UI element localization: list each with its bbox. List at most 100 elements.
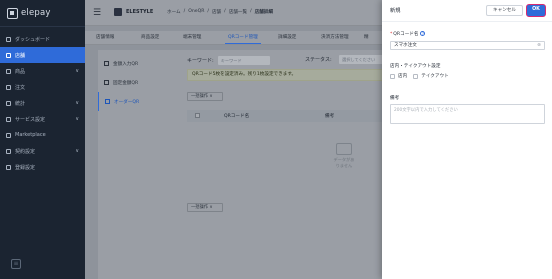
keyword-filter: キーワード: キーワード <box>187 56 270 65</box>
checkbox-icon <box>413 73 419 79</box>
clear-icon[interactable]: ⊗ <box>537 42 541 49</box>
empty-state: データがありません <box>333 143 355 169</box>
sidebar-item-label: 注文 <box>15 84 26 91</box>
drawer-header: 新規 キャンセル OK <box>382 0 552 22</box>
chevron-down-icon: ∨ <box>75 100 79 106</box>
breadcrumb-item[interactable]: 店舗 <box>212 9 221 15</box>
menu-toggle-icon[interactable]: ☰ <box>93 8 101 18</box>
sidebar-item[interactable]: 注文 <box>0 79 85 95</box>
tab[interactable]: 端末管理 <box>183 34 201 40</box>
nav-icon <box>6 36 11 42</box>
empty-inbox-icon <box>336 143 352 155</box>
sidebar-item[interactable]: Marketplace <box>0 127 85 143</box>
qr-icon <box>105 99 110 104</box>
nav-icon <box>6 52 11 58</box>
ok-button[interactable]: OK <box>526 4 546 17</box>
empty-text: データがありません <box>333 157 355 168</box>
breadcrumb-item[interactable]: ホーム <box>167 9 181 15</box>
sidebar-item[interactable]: 契約設定 ∨ <box>0 143 85 159</box>
required-mark: * <box>390 32 393 37</box>
tab[interactable]: 商品設定 <box>141 34 159 40</box>
collapse-sidebar-icon[interactable]: ≡ <box>11 259 21 269</box>
qr-name-value: スマホ注文 <box>394 43 417 48</box>
sidebar-item-label: 登録設定 <box>15 164 36 171</box>
tab[interactable]: 精 <box>364 34 369 40</box>
takeout-label: テイクアウト <box>421 74 449 79</box>
keyword-input[interactable]: キーワード <box>217 56 270 65</box>
qr-name-label-text: QRコード名 <box>393 32 419 37</box>
nav-icon <box>6 132 11 138</box>
sidebar: elepay ダッシュボード 店舗商品 ∨ 注文統計 ∨ サービス設定 ∨ Marketpla… <box>0 0 85 279</box>
logo-text: elepay <box>21 8 51 18</box>
nav-icon <box>6 100 11 106</box>
drawer-title: 新規 <box>390 8 401 14</box>
breadcrumb-separator: / <box>250 9 252 14</box>
qr-subnav: 金額入力QR 固定金額QR オーダーQR <box>98 50 178 111</box>
bulk-action-button-bottom[interactable]: 一括操作 ∨ <box>187 203 223 212</box>
takeout-checkbox[interactable]: テイクアウト <box>413 73 449 79</box>
dine-in-checkbox[interactable]: 店内 <box>390 73 407 79</box>
chevron-down-icon: ∨ <box>75 68 79 74</box>
sidebar-item[interactable]: 商品 ∨ <box>0 63 85 79</box>
checkbox-icon <box>390 73 395 79</box>
subnav-item[interactable]: 固定金額QR <box>98 73 178 92</box>
column-header-qr-name: QRコード名 <box>224 114 250 119</box>
bulk-action-button[interactable]: 一括操作 ∨ <box>187 92 223 101</box>
select-all-checkbox[interactable] <box>195 113 200 118</box>
breadcrumb-separator: / <box>224 9 226 14</box>
logo-icon <box>7 7 18 19</box>
subnav-item-label: 金額入力QR <box>113 61 139 67</box>
note-label: 備考 <box>390 96 400 101</box>
nav-icon <box>6 148 11 154</box>
tab[interactable]: 詳細設定 <box>278 34 296 40</box>
nav-icon <box>6 84 11 90</box>
sidebar-item[interactable]: サービス設定 ∨ <box>0 111 85 127</box>
breadcrumb-separator: / <box>207 9 209 14</box>
tab[interactable]: 決済方法管理 <box>321 34 349 40</box>
sidebar-item-label: ダッシュボード <box>15 36 51 43</box>
subnav-item-label: 固定金額QR <box>113 80 139 86</box>
qr-count-alert: QRコード5枚を設定済み。残り1枚設定できます。 <box>187 69 399 81</box>
note-textarea[interactable]: 200文字以内で入力してください <box>390 104 545 124</box>
subnav-item-label: オーダーQR <box>114 99 140 105</box>
subnav-item[interactable]: オーダーQR <box>98 92 178 111</box>
sidebar-item[interactable]: ダッシュボード <box>0 31 85 47</box>
elepay-logo[interactable]: elepay <box>7 6 51 20</box>
brand-icon <box>114 8 122 16</box>
sidebar-item-label: 商品 <box>15 68 26 75</box>
nav-icon <box>6 116 11 122</box>
cancel-button[interactable]: キャンセル <box>486 5 523 16</box>
tab[interactable]: QRコード管理 <box>225 34 261 44</box>
brand-name: ELESTYLE <box>126 9 154 15</box>
tab[interactable]: 店舗情報 <box>96 34 114 40</box>
new-qr-drawer: 新規 キャンセル OK *QRコード名? スマホ注文 ⊗ 店内・テイクアウト設定… <box>382 0 552 279</box>
help-icon[interactable]: ? <box>420 31 426 36</box>
sidebar-nav: ダッシュボード 店舗 商品 ∨ 注文 統計 ∨ サービス設定 ∨ Marketplace 契約設定 ∨… <box>0 31 85 175</box>
column-header-note: 備考 <box>325 114 335 119</box>
sidebar-item-label: Marketplace <box>15 132 46 138</box>
sidebar-item[interactable]: 店舗 <box>0 47 85 63</box>
keyword-label: キーワード: <box>187 58 214 64</box>
breadcrumb-item[interactable]: 店舗詳細 <box>255 9 273 15</box>
qr-icon <box>104 80 109 85</box>
qr-icon <box>104 61 109 66</box>
breadcrumb: ホーム / OneQR / 店舗 / 店舗一覧 / 店舗詳細 <box>167 9 273 15</box>
breadcrumb-separator: / <box>183 9 186 14</box>
sidebar-item-label: 契約設定 <box>15 148 36 155</box>
merchant-brand[interactable]: ELESTYLE <box>114 8 153 16</box>
sidebar-item-label: サービス設定 <box>15 116 46 123</box>
nav-icon <box>6 68 11 74</box>
subnav-item[interactable]: 金額入力QR <box>98 54 178 73</box>
sidebar-item[interactable]: 登録設定 <box>0 159 85 175</box>
sidebar-item-label: 統計 <box>15 100 26 107</box>
status-label: ステータス: <box>305 57 332 63</box>
breadcrumb-item[interactable]: OneQR <box>188 9 204 15</box>
dine-in-label: 店内 <box>398 74 408 79</box>
sidebar-divider <box>0 26 85 27</box>
qr-name-label: *QRコード名? <box>390 31 426 37</box>
breadcrumb-item[interactable]: 店舗一覧 <box>229 9 247 15</box>
sidebar-item-label: 店舗 <box>15 52 26 59</box>
qr-name-input[interactable]: スマホ注文 ⊗ <box>390 41 545 50</box>
chevron-down-icon: ∨ <box>75 116 79 122</box>
sidebar-item[interactable]: 統計 ∨ <box>0 95 85 111</box>
